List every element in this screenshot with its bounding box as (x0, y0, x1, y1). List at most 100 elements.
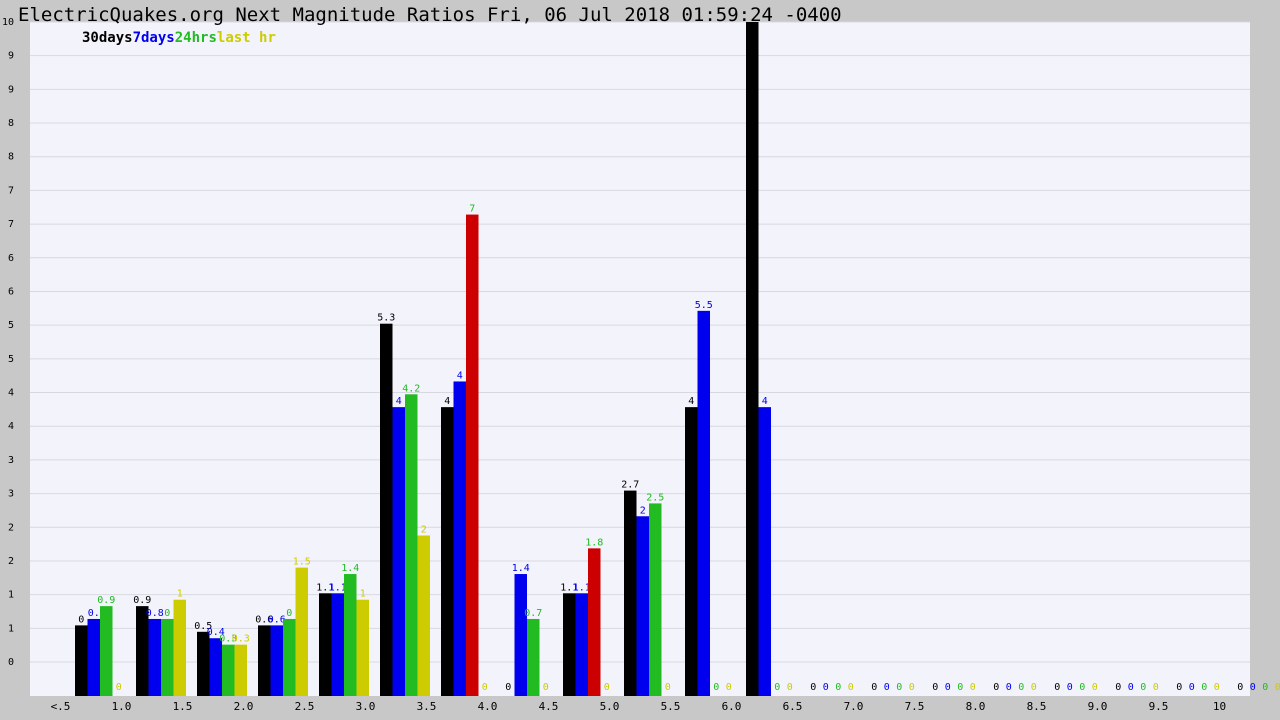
y-tick-label: 1 (8, 623, 14, 634)
x-tick-label: 3.5 (417, 700, 437, 713)
x-tick-label: 8.5 (1027, 700, 1047, 713)
bar-24hrs-2 (222, 644, 235, 696)
y-tick-label: 6 (8, 253, 14, 264)
data-label-24hrs-12: 0 (835, 682, 841, 693)
data-label-7days-18: 0 (1189, 682, 1195, 693)
data-label-last-hr-6: 0 (482, 682, 488, 693)
data-label-24hrs-9: 2.5 (646, 492, 664, 503)
data-label-last-hr-12: 0 (848, 682, 854, 693)
data-label-last-hr-11: 0 (787, 682, 793, 693)
legend-item-30days: 30days (82, 30, 133, 46)
y-tick-label: 2 (8, 556, 14, 567)
data-label-30days-16: 0 (1054, 682, 1060, 693)
bar-30days-3 (258, 625, 271, 696)
data-label-last-hr-0: 0 (116, 682, 122, 693)
bar-7days-9 (636, 516, 649, 696)
data-label-7days-13: 0 (884, 682, 890, 693)
chart-legend: 30days7days24hrslast hr (82, 30, 276, 46)
x-tick-label: 6.5 (783, 700, 803, 713)
bar-7days-7 (514, 574, 527, 696)
data-label-7days-1: 0.8 (146, 608, 164, 619)
data-label-7days-17: 0 (1128, 682, 1134, 693)
data-label-30days-5: 5.3 (377, 313, 395, 324)
y-tick-label: 7 (8, 219, 14, 230)
data-label-24hrs-10: 0 (713, 682, 719, 693)
data-label-7days-7: 1.4 (512, 563, 530, 574)
y-tick-label: 1 (8, 590, 14, 601)
data-label-30days-14: 0 (932, 682, 938, 693)
bar-24hrs-8 (588, 548, 601, 696)
bar-7days-3 (270, 625, 283, 696)
data-label-last-hr-4: 1 (360, 589, 366, 600)
y-tick-label: 3 (8, 455, 14, 466)
data-label-24hrs-5: 4.2 (402, 383, 420, 394)
y-tick-label: 2 (8, 522, 14, 533)
x-tick-label: 1.0 (112, 700, 132, 713)
bar-30days-1 (136, 606, 149, 696)
x-tick-label: 7.5 (905, 700, 925, 713)
x-tick-label: 9.0 (1088, 700, 1108, 713)
data-label-last-hr-8: 0 (604, 682, 610, 693)
data-label-30days-7: 0 (505, 682, 511, 693)
bar-last-hr-4 (356, 599, 369, 696)
data-label-24hrs-15: 0 (1018, 682, 1024, 693)
bar-24hrs-9 (649, 503, 662, 696)
x-tick-label: 2.5 (295, 700, 315, 713)
y-tick-label: 5 (8, 320, 14, 331)
bar-24hrs-1 (161, 618, 174, 696)
bar-7days-10 (697, 310, 710, 696)
y-tick-label: 4 (8, 421, 14, 432)
bar-7days-6 (453, 381, 466, 696)
data-label-7days-6: 4 (457, 370, 463, 381)
x-tick-label: 5.5 (661, 700, 681, 713)
data-label-24hrs-14: 0 (957, 682, 963, 693)
bar-24hrs-4 (344, 574, 357, 696)
x-tick-label: 3.0 (356, 700, 376, 713)
legend-item-last-hr: last hr (216, 30, 276, 46)
data-label-7days-16: 0 (1067, 682, 1073, 693)
bar-7days-11 (758, 407, 771, 696)
legend-item-24hrs: 24hrs (174, 30, 217, 46)
bar-24hrs-3 (283, 618, 296, 696)
data-label-24hrs-13: 0 (896, 682, 902, 693)
data-label-30days-18: 0 (1176, 682, 1182, 693)
data-label-24hrs-1: 0 (164, 608, 170, 619)
data-label-last-hr-2: 0.3 (232, 634, 250, 645)
data-label-30days-6: 4 (444, 396, 450, 407)
y-tick-label: 8 (8, 152, 14, 163)
data-label-30days-15: 0 (993, 682, 999, 693)
data-label-30days-1: 0.9 (133, 595, 151, 606)
data-label-last-hr-5: 2 (421, 525, 427, 536)
data-label-7days-15: 0 (1006, 682, 1012, 693)
y-tick-label: 10 (2, 17, 14, 28)
bar-last-hr-1 (173, 599, 186, 696)
x-tick-label: 4.0 (478, 700, 498, 713)
y-tick-label: 8 (8, 118, 14, 129)
data-label-30days-17: 0 (1115, 682, 1121, 693)
data-label-30days-0: 0 (78, 614, 84, 625)
page-title: ElectricQuakes.org Next Magnitude Ratios… (18, 4, 842, 26)
bar-30days-6 (441, 407, 454, 696)
data-label-24hrs-19: 0 (1262, 682, 1268, 693)
bar-30days-10 (685, 407, 698, 696)
x-tick-label: 10 (1213, 700, 1226, 713)
bar-7days-4 (331, 593, 344, 696)
data-label-24hrs-17: 0 (1140, 682, 1146, 693)
data-label-last-hr-14: 0 (970, 682, 976, 693)
y-tick-label: 9 (8, 51, 14, 62)
x-tick-label: 7.0 (844, 700, 864, 713)
x-tick-label: <.5 (51, 700, 71, 713)
data-label-24hrs-11: 0 (774, 682, 780, 693)
y-tick-label: 3 (8, 489, 14, 500)
data-label-24hrs-16: 0 (1079, 682, 1085, 693)
data-label-7days-5: 4 (396, 396, 402, 407)
data-label-last-hr-19: 0 (1275, 682, 1280, 693)
bar-last-hr-3 (295, 567, 308, 696)
bar-30days-5 (380, 323, 393, 696)
bar-7days-1 (148, 618, 161, 696)
data-label-30days-10: 4 (688, 396, 694, 407)
x-tick-label: 5.0 (600, 700, 620, 713)
y-tick-label: 7 (8, 185, 14, 196)
chart-canvas: 10998877665544332211000.0.90<.50.90.8 011… (2, 17, 1280, 713)
bar-24hrs-7 (527, 618, 540, 696)
